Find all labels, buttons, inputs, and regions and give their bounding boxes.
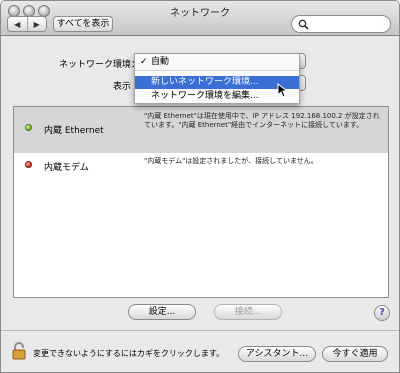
menu-item-label: 自動 (151, 57, 170, 67)
search-icon (298, 19, 309, 30)
service-row[interactable]: 内蔵 Ethernet "内蔵 Ethernet"は現在使用中で、IP アドレス… (14, 107, 388, 153)
lock-icon[interactable] (11, 342, 27, 360)
status-inactive-icon (25, 161, 32, 168)
service-name: 内蔵 Ethernet (44, 126, 104, 136)
search-field[interactable] (291, 15, 391, 33)
service-description: "内蔵モデム"は設定されましたが、接続していません。 (144, 157, 318, 165)
menu-item-automatic[interactable]: ✓ 自動 (135, 56, 299, 69)
network-preferences-window: ネットワーク ◀ ▶ すべてを表示 ネットワーク環境： 表示 内蔵 Ethern… (0, 0, 400, 373)
service-name: 内蔵モデム (44, 163, 89, 173)
service-row[interactable]: 内蔵モデム "内蔵モデム"は設定されましたが、接続していません。 (14, 153, 388, 183)
location-label: ネットワーク環境： (59, 60, 141, 70)
configure-button[interactable]: 設定... (128, 304, 196, 320)
forward-arrow-icon[interactable]: ▶ (28, 17, 47, 31)
bottom-divider (1, 330, 399, 331)
connect-button: 接続... (214, 304, 282, 320)
location-dropdown-menu: ✓ 自動 新しいネットワーク環境... ネットワーク環境を編集... (134, 53, 300, 104)
show-label: 表示 (113, 82, 132, 92)
help-button[interactable]: ? (374, 305, 390, 321)
mouse-pointer-icon (277, 83, 288, 98)
assistant-button[interactable]: アシスタント... (238, 346, 316, 362)
back-arrow-icon[interactable]: ◀ (8, 17, 28, 31)
menu-item-new-location[interactable]: 新しいネットワーク環境... (135, 76, 299, 89)
lock-message: 変更できないようにするにはカギをクリックします。 (33, 349, 225, 358)
back-forward-control: ◀ ▶ (7, 16, 47, 32)
checkmark-icon: ✓ (140, 57, 148, 67)
title-bar: ネットワーク ◀ ▶ すべてを表示 (1, 1, 399, 36)
status-active-icon (25, 124, 32, 131)
menu-item-edit-locations[interactable]: ネットワーク環境を編集... (135, 90, 299, 103)
service-description: "内蔵 Ethernet"は現在使用中で、IP アドレス 192.168.100… (144, 112, 380, 129)
apply-now-button[interactable]: 今すぐ適用 (322, 346, 388, 362)
show-all-button[interactable]: すべてを表示 (53, 16, 113, 32)
menu-separator (135, 70, 299, 71)
service-list: 内蔵 Ethernet "内蔵 Ethernet"は現在使用中で、IP アドレス… (13, 106, 389, 298)
